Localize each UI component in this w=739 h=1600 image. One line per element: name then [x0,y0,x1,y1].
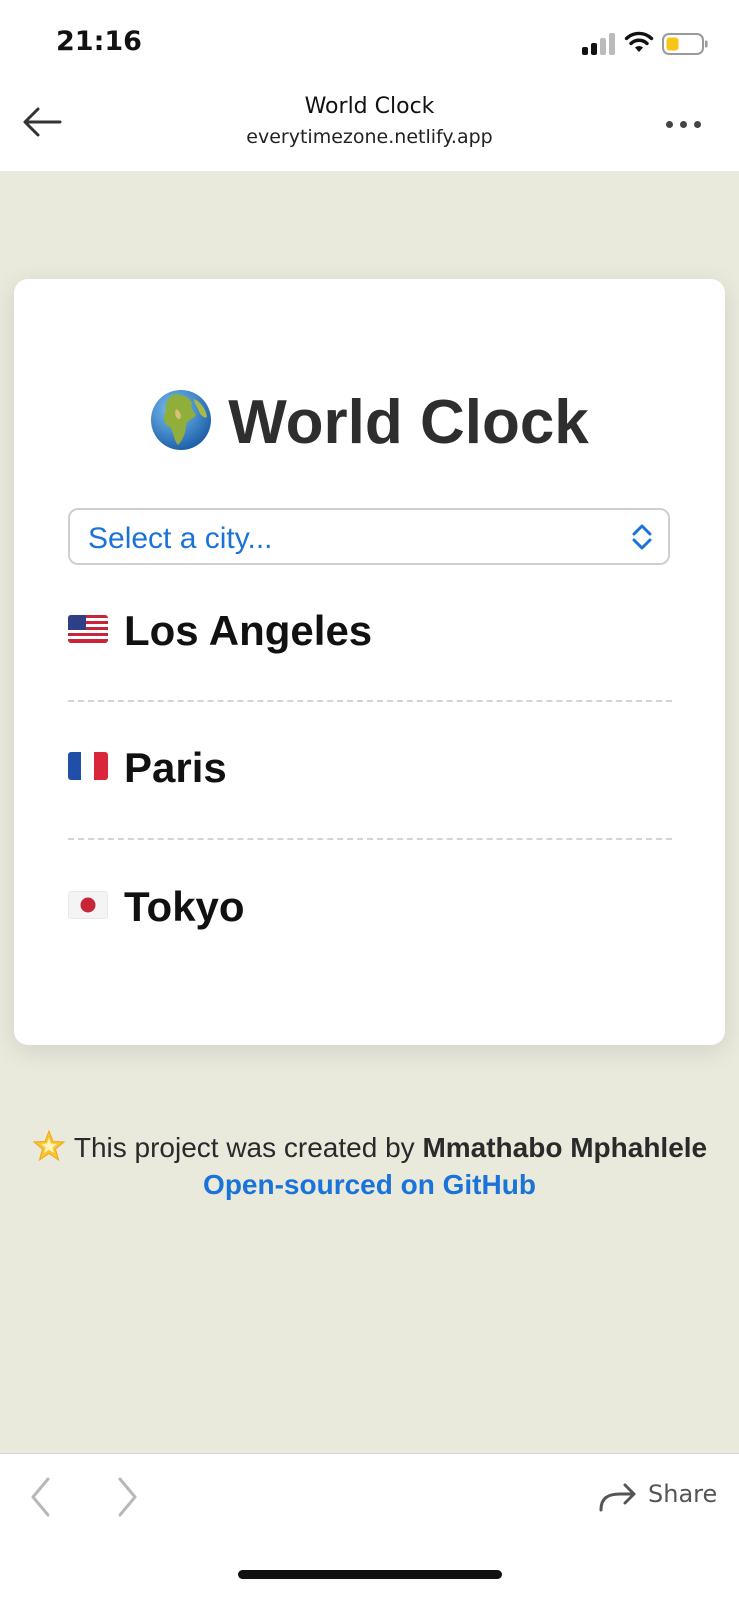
author-name: Mmathabo Mphahlele [422,1132,708,1163]
status-time: 21:16 [56,26,142,57]
card-heading: World Clock [14,387,725,458]
glowing-star-icon [32,1129,66,1162]
city-select-placeholder: Select a city... [88,522,273,555]
more-options-icon[interactable] [664,118,704,130]
cellular-signal-icon [582,33,616,55]
browser-toolbar: Share [0,1453,739,1600]
credits-line: This project was created by Mmathabo Mph… [0,1129,739,1164]
divider [68,700,672,702]
page-url: everytimezone.netlify.app [246,126,493,148]
share-arrow-icon [599,1483,636,1512]
share-button[interactable]: Share [598,1476,722,1516]
city-row-los-angeles: Los Angeles [68,601,672,661]
city-name: Los Angeles [124,607,373,654]
home-indicator[interactable] [238,1570,502,1579]
chevron-right-icon[interactable] [116,1476,140,1518]
city-row-tokyo: Tokyo [68,877,672,937]
web-page: World Clock Select a city... Los Angeles [0,171,739,1453]
page-title: World Clock [304,94,435,119]
jp-flag-icon [68,891,108,919]
browser-header: World Clock everytimezone.netlify.app [0,80,739,171]
status-bar: 21:16 [0,0,739,80]
world-clock-card: World Clock Select a city... Los Angeles [14,279,725,1045]
city-row-paris: Paris [68,738,672,798]
chevron-left-icon[interactable] [28,1476,52,1518]
chevron-up-down-icon [632,524,652,550]
city-name: Paris [124,744,227,791]
battery-icon [662,33,708,55]
us-flag-icon [68,615,108,643]
city-select[interactable]: Select a city... [68,508,670,565]
github-link[interactable]: Open-sourced on GitHub [0,1169,739,1201]
globe-icon [151,390,212,450]
share-label: Share [648,1480,718,1508]
fr-flag-icon [68,752,108,780]
credits-prefix: This project was created by [73,1132,415,1163]
divider [68,838,672,840]
wifi-icon [624,31,654,52]
city-name: Tokyo [124,883,245,930]
card-title-text: World Clock [228,388,589,457]
